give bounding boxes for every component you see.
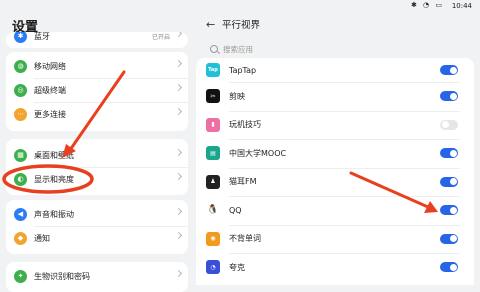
settings-item-label: 超级终端 [34, 85, 66, 95]
settings-item-display[interactable]: ◐ 显示和亮度 [6, 167, 188, 191]
parallel-view-toggle[interactable] [440, 119, 458, 130]
tips-icon: ▮ [206, 117, 220, 132]
app-name: QQ [229, 205, 242, 215]
list-item: ◔ 夸克 [196, 253, 474, 282]
chevron-right-icon [174, 231, 183, 240]
parallel-view-toggle[interactable] [440, 262, 458, 273]
parallel-view-toggle[interactable] [440, 91, 458, 102]
chevron-right-icon [174, 172, 183, 181]
wallpaper-icon: ▦ [14, 148, 27, 162]
settings-item-wallpaper[interactable]: ▦ 桌面和壁纸 [6, 143, 188, 167]
bubei-icon: ◉ [206, 231, 220, 246]
settings-item-super-device[interactable]: ◎ 超级终端 [6, 78, 188, 102]
more-connections-icon: ⋯ [14, 107, 27, 121]
sound-icon: ◀ [14, 207, 27, 221]
settings-group-3: ▦ 桌面和壁纸 ◐ 显示和亮度 [6, 139, 188, 195]
notification-icon: ◆ [14, 231, 27, 245]
settings-item-sound[interactable]: ◀ 声音和振动 [6, 202, 188, 226]
app-list: Tap TapTap ✂ 剪映 ▮ 玩机技巧 ▤ 中国大学MOOC ♟ 猫耳FM… [196, 58, 474, 285]
settings-item-label: 显示和亮度 [34, 174, 74, 184]
settings-item-label: 生物识别和密码 [34, 271, 90, 281]
super-device-icon: ◎ [14, 83, 27, 97]
settings-item-biometrics[interactable]: ✦ 生物识别和密码 [6, 264, 188, 288]
settings-group-4: ◀ 声音和振动 ◆ 通知 [6, 200, 188, 254]
settings-item-label: 更多连接 [34, 109, 66, 119]
chevron-right-icon [174, 83, 183, 92]
app-name: TapTap [229, 65, 257, 75]
list-item: Tap TapTap [196, 58, 474, 82]
list-item: ◉ 不背单词 [196, 224, 474, 254]
app-name: 中国大学MOOC [229, 148, 287, 158]
settings-item-mobile-network[interactable]: ◍ 移动网络 [6, 54, 188, 78]
settings-item-value: 已开启 [151, 33, 170, 41]
quark-icon: ◔ [206, 260, 220, 275]
chevron-right-icon [174, 148, 183, 157]
chevron-right-icon [174, 107, 183, 116]
chevron-right-icon [174, 207, 183, 216]
app-name: 玩机技巧 [229, 120, 261, 130]
settings-item-more-connections[interactable]: ⋯ 更多连接 [6, 102, 188, 126]
settings-item-label: 桌面和壁纸 [34, 150, 74, 160]
list-item: ▮ 玩机技巧 [196, 110, 474, 140]
taptap-icon: Tap [206, 63, 220, 77]
list-item: ✂ 剪映 [196, 82, 474, 111]
chevron-right-icon [174, 269, 183, 278]
list-item: ▤ 中国大学MOOC [196, 139, 474, 168]
settings-item-label: 蓝牙 [34, 32, 50, 41]
settings-item-label: 移动网络 [34, 61, 66, 71]
page-title: 平行视界 [222, 20, 261, 31]
settings-group-5: ✦ 生物识别和密码 [6, 262, 188, 292]
maoer-fm-icon: ♟ [206, 174, 220, 189]
list-item: ♟ 猫耳FM [196, 167, 474, 197]
settings-pane: 设置 ✱ 蓝牙 已开启 ◍ 移动网络 ◎ 超级终端 ⋯ 更多连接 ▦ 桌面和壁纸 [0, 0, 192, 292]
parallel-view-toggle[interactable] [440, 233, 458, 244]
chevron-right-icon [174, 59, 183, 68]
app-name: 不背单词 [229, 234, 261, 244]
bluetooth-icon: ✱ [14, 32, 27, 43]
parallel-view-toggle[interactable] [440, 65, 458, 75]
settings-group-1: ✱ 蓝牙 已开启 [6, 32, 188, 48]
qq-icon: 🐧 [206, 203, 220, 218]
parallel-view-toggle[interactable] [440, 205, 458, 216]
parallel-view-toggle[interactable] [440, 176, 458, 187]
mobile-network-icon: ◍ [14, 59, 27, 73]
search-icon [210, 45, 218, 53]
settings-item-label: 通知 [34, 233, 50, 243]
parallel-view-pane: ← 平行视界 搜索应用 Tap TapTap ✂ 剪映 ▮ 玩机技巧 ▤ 中国大… [192, 0, 480, 285]
jianying-icon: ✂ [206, 89, 220, 104]
search-input[interactable]: 搜索应用 [204, 42, 464, 56]
biometric-icon: ✦ [14, 269, 27, 283]
settings-item-label: 声音和振动 [34, 209, 74, 219]
list-item: 🐧 QQ [196, 196, 474, 225]
search-placeholder: 搜索应用 [223, 44, 253, 54]
parallel-view-toggle[interactable] [440, 148, 458, 159]
display-icon: ◐ [14, 172, 27, 186]
settings-item-notification[interactable]: ◆ 通知 [6, 226, 188, 250]
app-name: 猫耳FM [229, 177, 257, 187]
app-name: 剪映 [229, 91, 245, 101]
back-arrow-icon[interactable]: ← [206, 18, 215, 31]
mooc-icon: ▤ [206, 146, 220, 161]
chevron-right-icon [174, 32, 183, 38]
settings-group-2: ◍ 移动网络 ◎ 超级终端 ⋯ 更多连接 [6, 52, 188, 131]
settings-item-bluetooth[interactable]: ✱ 蓝牙 已开启 [6, 32, 188, 48]
app-name: 夸克 [229, 262, 245, 272]
